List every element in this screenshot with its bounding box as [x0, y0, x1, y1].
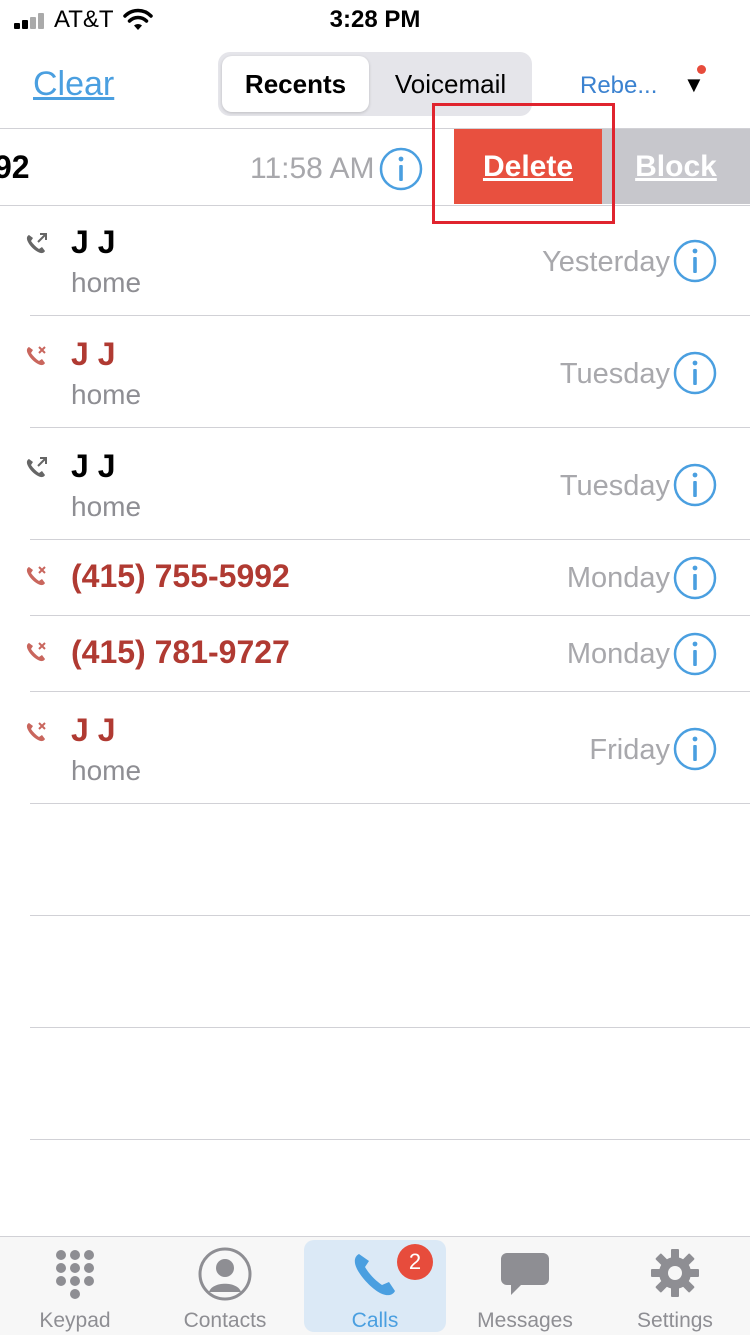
messages-icon [501, 1253, 549, 1295]
chevron-down-icon[interactable]: ▼ [683, 72, 705, 98]
outgoing-call-icon [26, 457, 47, 478]
tab-label: Keypad [39, 1309, 111, 1332]
info-icon[interactable] [672, 726, 718, 772]
divider [30, 1027, 750, 1028]
segmented-control: Recents Voicemail [218, 52, 532, 116]
number-label: home [71, 379, 142, 410]
tab-label: Settings [637, 1309, 713, 1332]
number-label: home [71, 491, 142, 522]
account-name[interactable]: Rebe... [580, 72, 657, 100]
call-row[interactable]: J J home Tuesday [0, 428, 750, 540]
call-date: Tuesday [559, 470, 670, 502]
contact-name: J J [71, 336, 116, 372]
missed-call-icon [26, 722, 46, 742]
notification-dot [697, 65, 706, 74]
tab-label: Messages [477, 1309, 573, 1332]
info-icon[interactable] [378, 146, 424, 192]
contact-name: (415) 755-5992 [71, 558, 290, 594]
call-date: Tuesday [559, 358, 670, 390]
info-icon[interactable] [672, 631, 718, 677]
divider [30, 1139, 750, 1140]
contact-name: J J [71, 224, 116, 260]
call-date: Monday [566, 562, 670, 594]
call-row[interactable]: (415) 781-9727 Monday [0, 616, 750, 692]
nav-bar: Clear Recents Voicemail Rebe... ▼ [0, 40, 750, 128]
phone-icon [354, 1254, 395, 1296]
contact-name: J J [71, 448, 116, 484]
keypad-icon [56, 1250, 94, 1299]
call-date: Monday [566, 638, 670, 670]
missed-call-icon [26, 566, 46, 586]
call-row[interactable]: (415) 755-5992 Monday [0, 540, 750, 616]
tab-calls[interactable]: 2 Calls [304, 1240, 446, 1332]
status-bar: AT&T 3:28 PM [0, 0, 750, 40]
tab-recents[interactable]: Recents [222, 56, 369, 112]
info-icon[interactable] [672, 555, 718, 601]
call-row[interactable]: J J home Yesterday [0, 204, 750, 316]
tab-voicemail[interactable]: Voicemail [373, 56, 528, 112]
outgoing-call-icon [26, 233, 47, 254]
info-icon[interactable] [672, 238, 718, 284]
settings-icon [651, 1249, 699, 1297]
tab-label: Contacts [183, 1309, 267, 1332]
notification-badge: 2 [397, 1244, 433, 1280]
number-label: home [71, 267, 142, 298]
swiped-call-row[interactable]: 92 11:58 AM Delete Block [0, 128, 750, 206]
contact-name: (415) 781-9727 [71, 634, 290, 670]
call-row[interactable]: J J home Tuesday [0, 316, 750, 428]
divider [30, 803, 750, 804]
call-number: 92 [0, 149, 30, 185]
delete-button[interactable]: Delete [454, 129, 602, 204]
number-label: home [71, 755, 142, 786]
tab-contacts[interactable]: Contacts [150, 1237, 300, 1335]
divider [30, 915, 750, 916]
tab-label: Calls [351, 1309, 399, 1332]
clear-button[interactable]: Clear [33, 65, 114, 104]
contacts-icon [198, 1247, 252, 1301]
status-time: 3:28 PM [329, 6, 421, 33]
call-row[interactable]: J J home Friday [0, 692, 750, 804]
tab-settings[interactable]: Settings [600, 1237, 750, 1335]
tab-messages[interactable]: Messages [450, 1237, 600, 1335]
contact-name: J J [71, 712, 116, 748]
call-time: 11:58 AM [250, 152, 375, 185]
missed-call-icon [26, 642, 46, 662]
call-date: Friday [589, 734, 670, 766]
info-icon[interactable] [672, 462, 718, 508]
tab-bar: Keypad Contacts 2 Calls Messages Setting… [0, 1236, 750, 1335]
block-button[interactable]: Block [602, 129, 750, 204]
info-icon[interactable] [672, 350, 718, 396]
tab-keypad[interactable]: Keypad [0, 1237, 150, 1335]
missed-call-icon [26, 346, 46, 366]
call-date: Yesterday [542, 246, 670, 278]
